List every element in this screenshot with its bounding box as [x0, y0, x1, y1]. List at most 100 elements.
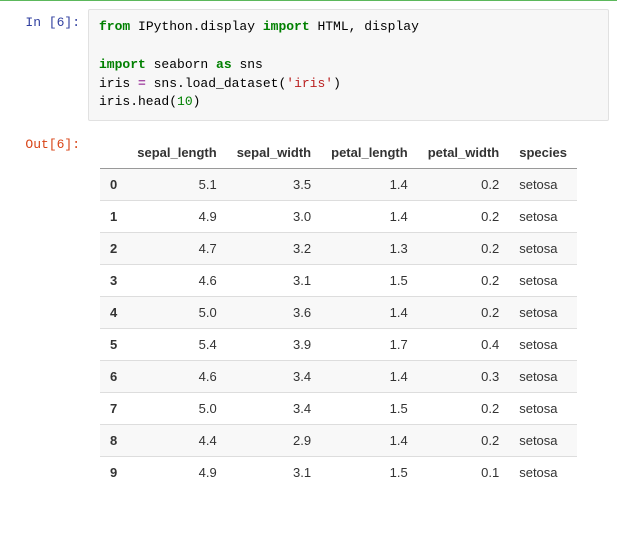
cell-value: 1.4: [321, 297, 418, 329]
cell-value: 1.5: [321, 393, 418, 425]
cell-value: 5.1: [127, 169, 226, 201]
code-string: 'iris': [286, 76, 333, 91]
cell-value: 4.9: [127, 201, 226, 233]
table-header: sepal_lengthsepal_widthpetal_lengthpetal…: [100, 137, 577, 169]
cell-value: 3.9: [227, 329, 321, 361]
cell-value: 0.2: [418, 169, 510, 201]
cell-value: 1.4: [321, 169, 418, 201]
code-input[interactable]: from IPython.display import HTML, displa…: [88, 9, 609, 121]
code-keyword: as: [216, 57, 232, 72]
notebook-cell: In [6]: from IPython.display import HTML…: [0, 0, 617, 488]
code-text: sns.load_dataset(: [146, 76, 286, 91]
row-index: 5: [100, 329, 127, 361]
cell-value: 5.0: [127, 297, 226, 329]
cell-value: 3.2: [227, 233, 321, 265]
cell-value: 0.2: [418, 297, 510, 329]
code-text: iris: [99, 76, 138, 91]
cell-value: 5.0: [127, 393, 226, 425]
cell-value: 3.4: [227, 393, 321, 425]
cell-value: setosa: [509, 297, 577, 329]
row-index: 8: [100, 425, 127, 457]
column-header: petal_length: [321, 137, 418, 169]
code-text: ): [193, 94, 201, 109]
cell-value: 0.2: [418, 233, 510, 265]
cell-value: 1.7: [321, 329, 418, 361]
code-text: HTML, display: [310, 19, 419, 34]
code-keyword: from: [99, 19, 130, 34]
code-text: iris.head(: [99, 94, 177, 109]
code-number: 10: [177, 94, 193, 109]
column-header: petal_width: [418, 137, 510, 169]
code-text: sns: [232, 57, 263, 72]
table-body: 05.13.51.40.2setosa14.93.01.40.2setosa24…: [100, 169, 577, 489]
cell-value: 3.1: [227, 265, 321, 297]
table-row: 84.42.91.40.2setosa: [100, 425, 577, 457]
cell-value: 0.2: [418, 201, 510, 233]
output-row: Out[6]: sepal_lengthsepal_widthpetal_len…: [0, 131, 617, 488]
cell-value: 0.2: [418, 265, 510, 297]
cell-value: 4.9: [127, 457, 226, 489]
cell-value: setosa: [509, 329, 577, 361]
table-row: 64.63.41.40.3setosa: [100, 361, 577, 393]
cell-value: setosa: [509, 233, 577, 265]
cell-value: 4.6: [127, 361, 226, 393]
row-index: 9: [100, 457, 127, 489]
table-row: 75.03.41.50.2setosa: [100, 393, 577, 425]
cell-value: setosa: [509, 393, 577, 425]
code-text: ): [333, 76, 341, 91]
input-row: In [6]: from IPython.display import HTML…: [0, 9, 617, 121]
code-text: IPython.display: [130, 19, 263, 34]
cell-value: 0.2: [418, 425, 510, 457]
cell-value: setosa: [509, 265, 577, 297]
table-row: 05.13.51.40.2setosa: [100, 169, 577, 201]
table-row: 94.93.11.50.1setosa: [100, 457, 577, 489]
code-keyword: import: [263, 19, 310, 34]
cell-value: setosa: [509, 425, 577, 457]
row-index: 0: [100, 169, 127, 201]
column-header: sepal_width: [227, 137, 321, 169]
cell-value: 3.5: [227, 169, 321, 201]
input-prompt: In [6]:: [0, 9, 88, 30]
cell-value: 0.3: [418, 361, 510, 393]
index-header: [100, 137, 127, 169]
cell-value: 1.4: [321, 201, 418, 233]
cell-value: 5.4: [127, 329, 226, 361]
row-index: 7: [100, 393, 127, 425]
dataframe-table: sepal_lengthsepal_widthpetal_lengthpetal…: [100, 137, 577, 488]
table-row: 55.43.91.70.4setosa: [100, 329, 577, 361]
cell-value: 0.1: [418, 457, 510, 489]
code-text: seaborn: [146, 57, 216, 72]
cell-value: 4.6: [127, 265, 226, 297]
output-area: sepal_lengthsepal_widthpetal_lengthpetal…: [88, 131, 617, 488]
cell-value: 3.4: [227, 361, 321, 393]
row-index: 1: [100, 201, 127, 233]
cell-value: setosa: [509, 201, 577, 233]
cell-value: setosa: [509, 457, 577, 489]
output-prompt: Out[6]:: [0, 131, 88, 152]
cell-value: 1.5: [321, 457, 418, 489]
table-row: 34.63.11.50.2setosa: [100, 265, 577, 297]
cell-value: 0.4: [418, 329, 510, 361]
table-row: 45.03.61.40.2setosa: [100, 297, 577, 329]
table-row: 24.73.21.30.2setosa: [100, 233, 577, 265]
cell-value: 1.3: [321, 233, 418, 265]
cell-value: 3.1: [227, 457, 321, 489]
row-index: 6: [100, 361, 127, 393]
row-index: 4: [100, 297, 127, 329]
cell-value: 3.0: [227, 201, 321, 233]
cell-value: 0.2: [418, 393, 510, 425]
cell-value: 2.9: [227, 425, 321, 457]
row-index: 2: [100, 233, 127, 265]
cell-value: 4.7: [127, 233, 226, 265]
cell-value: setosa: [509, 169, 577, 201]
code-operator: =: [138, 76, 146, 91]
cell-value: 3.6: [227, 297, 321, 329]
cell-value: setosa: [509, 361, 577, 393]
table-row: 14.93.01.40.2setosa: [100, 201, 577, 233]
row-index: 3: [100, 265, 127, 297]
code-keyword: import: [99, 57, 146, 72]
cell-value: 4.4: [127, 425, 226, 457]
column-header: species: [509, 137, 577, 169]
cell-value: 1.4: [321, 425, 418, 457]
cell-value: 1.5: [321, 265, 418, 297]
